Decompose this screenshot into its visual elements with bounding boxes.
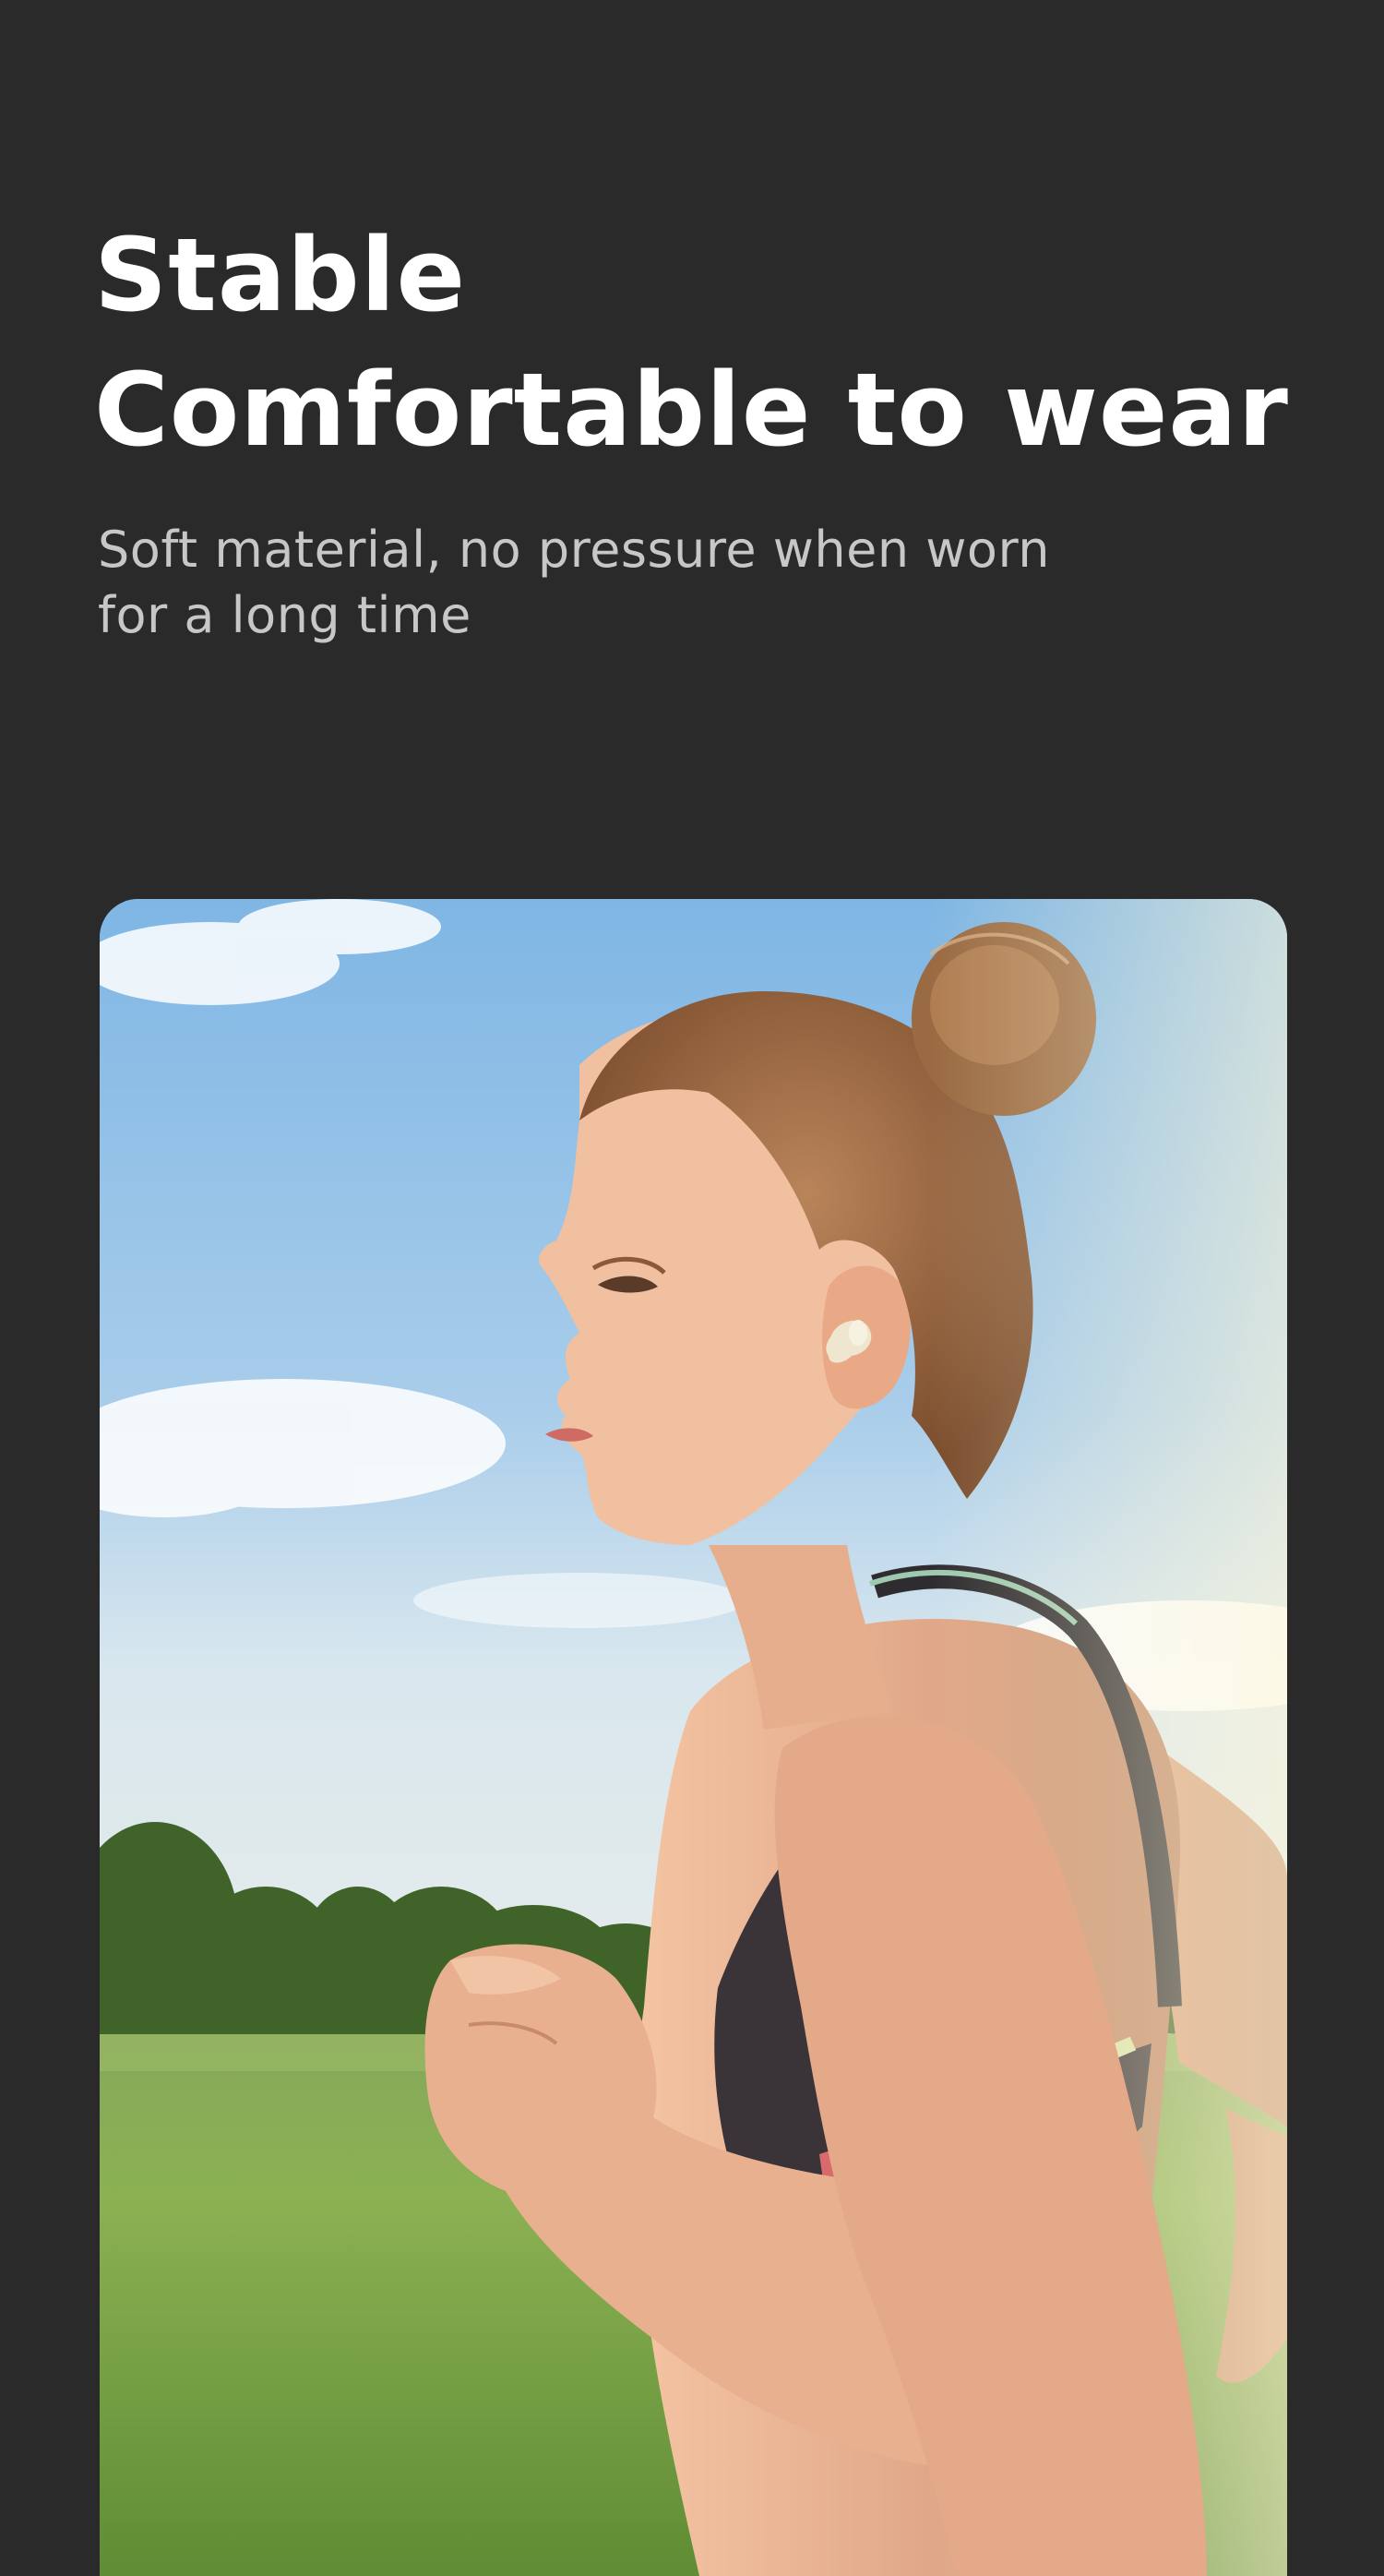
- description-line-2: for a long time: [98, 586, 471, 644]
- headline-line-1: Stable: [94, 216, 467, 334]
- lifestyle-photo: [100, 899, 1287, 2576]
- headline-line-2: Comfortable to wear: [94, 351, 1289, 469]
- product-feature-page: Stable Comfortable to wear Soft material…: [0, 0, 1384, 2576]
- description-line-1: Soft material, no pressure when worn: [98, 521, 1050, 579]
- feature-headline: Stable Comfortable to wear: [94, 208, 1289, 477]
- feature-description: Soft material, no pressure when worn for…: [98, 517, 1050, 648]
- photo-illustration: [100, 899, 1287, 2576]
